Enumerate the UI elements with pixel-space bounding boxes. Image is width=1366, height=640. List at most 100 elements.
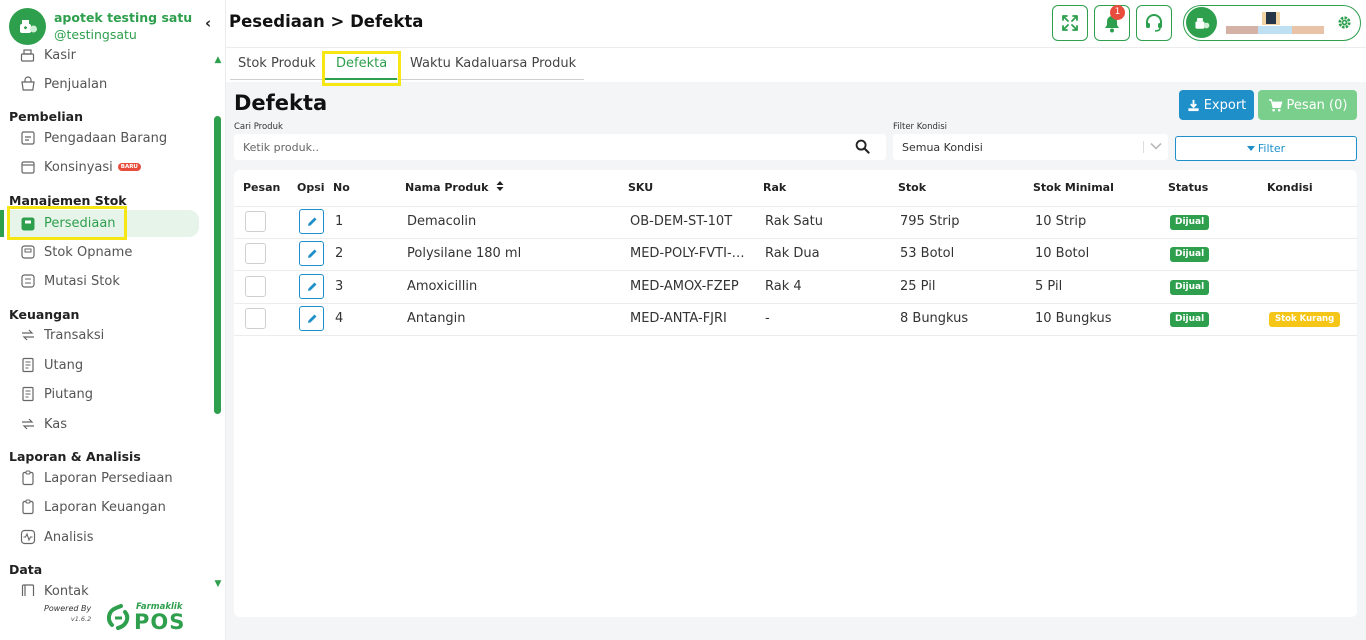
caret-down-icon xyxy=(1246,145,1255,151)
status-badge: Dijual xyxy=(1170,215,1210,230)
cart-icon xyxy=(1268,98,1282,111)
search-field xyxy=(234,134,886,160)
sidebar-nav: Kasir Penjualan Pembelian Pengadaan Bara… xyxy=(0,48,212,596)
tab-bar: Stok Produk Defekta Waktu Kadaluarsa Pro… xyxy=(226,48,1366,82)
sidebar-item-label: Analisis xyxy=(44,529,94,545)
fullscreen-button[interactable] xyxy=(1052,5,1088,41)
sidebar-item-penjualan[interactable]: Penjualan xyxy=(19,72,107,96)
tab-waktu-kadaluarsa[interactable]: Waktu Kadaluarsa Produk xyxy=(410,56,576,71)
kondisi-badge: Stok Kurang xyxy=(1269,312,1341,327)
status-badge: Dijual xyxy=(1170,247,1210,262)
product-stock: 8 Bungkus xyxy=(900,311,969,326)
column-header-nama-produk[interactable]: Nama Produk xyxy=(405,181,504,194)
tab-defekta[interactable]: Defekta xyxy=(336,56,387,71)
selected-kondisi: Semua Kondisi xyxy=(902,140,983,154)
download-icon xyxy=(1188,99,1199,111)
order-checkbox[interactable] xyxy=(245,308,266,329)
sidebar-item-transaksi[interactable]: Transaksi xyxy=(19,323,104,347)
sidebar-item-label: Stok Opname xyxy=(44,244,133,260)
column-header-rak: Rak xyxy=(763,181,787,194)
transfer-icon xyxy=(19,416,36,433)
support-button[interactable] xyxy=(1136,5,1172,41)
sidebar-item-stok-opname[interactable]: Stok Opname xyxy=(19,240,132,264)
sidebar-item-label: Kontak xyxy=(44,583,89,597)
tab-stok-produk[interactable]: Stok Produk xyxy=(238,56,316,71)
product-name: Amoxicillin xyxy=(407,279,478,294)
product-sku: MED-AMOX-FZEP xyxy=(630,279,739,294)
order-checkbox[interactable] xyxy=(245,276,266,297)
sidebar-item-persediaan[interactable]: Persediaan xyxy=(9,210,199,237)
sidebar-item-kontak[interactable]: Kontak xyxy=(19,579,89,596)
brand-name: apotek testing satu xyxy=(54,10,193,25)
kondisi-select[interactable]: Semua Kondisi xyxy=(893,134,1168,160)
export-button[interactable]: Export xyxy=(1179,90,1254,120)
sidebar-item-pengadaan-barang[interactable]: Pengadaan Barang xyxy=(19,126,167,150)
sidebar-scrollbar[interactable] xyxy=(214,116,221,414)
filter-button[interactable]: Filter xyxy=(1175,136,1357,161)
expand-icon xyxy=(1062,15,1078,31)
active-indicator xyxy=(0,210,4,237)
sidebar-item-label: Laporan Keuangan xyxy=(44,499,166,515)
sidebar-item-kasir[interactable]: Kasir xyxy=(19,48,76,67)
active-tab-indicator xyxy=(325,78,397,80)
headset-icon xyxy=(1146,14,1162,32)
product-stock: 53 Botol xyxy=(900,246,955,261)
sidebar-item-laporan-persediaan[interactable]: Laporan Persediaan xyxy=(19,466,173,490)
section-manajemen-stok: Manajemen Stok xyxy=(9,193,127,208)
sidebar-item-kas[interactable]: Kas xyxy=(19,412,67,436)
row-number: 4 xyxy=(335,311,344,326)
contact-icon xyxy=(19,583,36,596)
pharmacy-logo-icon xyxy=(9,7,46,45)
sidebar-item-label: Mutasi Stok xyxy=(44,273,120,289)
sort-icon xyxy=(496,181,504,191)
row-number: 3 xyxy=(335,279,344,294)
transfer-icon xyxy=(19,327,36,344)
pencil-icon xyxy=(307,282,316,291)
sidebar-item-piutang[interactable]: Piutang xyxy=(19,382,93,406)
sidebar-item-konsinyasi[interactable]: Konsinyasi BARU xyxy=(19,155,141,179)
row-number: 2 xyxy=(335,246,344,261)
sidebar-item-mutasi-stok[interactable]: Mutasi Stok xyxy=(19,269,120,293)
edit-button[interactable] xyxy=(299,241,324,266)
sidebar-item-label: Piutang xyxy=(44,386,93,402)
product-rak: Rak 4 xyxy=(765,279,802,294)
section-data: Data xyxy=(9,562,43,577)
search-icon[interactable] xyxy=(855,139,870,154)
status-badge: Dijual xyxy=(1170,312,1210,327)
product-min-stock: 10 Botol xyxy=(1035,246,1090,261)
clipboard-icon xyxy=(19,470,36,487)
scroll-up-arrow-icon[interactable]: ▲ xyxy=(212,55,224,67)
edit-button[interactable] xyxy=(299,209,324,234)
pencil-icon xyxy=(307,314,316,323)
farmaklik-logo: Farmaklik POS xyxy=(106,602,184,634)
product-name: Antangin xyxy=(407,311,466,326)
column-header-kondisi: Kondisi xyxy=(1267,181,1313,194)
edit-button[interactable] xyxy=(299,274,324,299)
filter-kondisi-label: Filter Kondisi xyxy=(893,122,948,132)
scroll-down-arrow-icon[interactable]: ▼ xyxy=(212,579,224,591)
notification-count-badge: 1 xyxy=(1110,5,1125,20)
sidebar-item-analisis[interactable]: Analisis xyxy=(19,525,93,549)
redacted-name xyxy=(1226,26,1258,34)
brand-handle: @testingsatu xyxy=(54,27,137,42)
order-button[interactable]: Pesan (0) xyxy=(1258,90,1357,120)
product-sku: MED-ANTA-FJRI xyxy=(630,311,727,326)
search-input[interactable] xyxy=(234,134,844,160)
notification-button[interactable]: 1 xyxy=(1094,5,1130,41)
clipboard-icon xyxy=(19,499,36,516)
collapse-sidebar-button[interactable]: ‹ xyxy=(205,14,211,32)
order-checkbox[interactable] xyxy=(245,211,266,232)
column-header-no: No xyxy=(333,181,350,194)
sidebar-item-label: Pengadaan Barang xyxy=(44,130,168,146)
column-header-pesan: Pesan xyxy=(243,181,281,194)
powered-by: Powered By v1.6.2 xyxy=(44,604,92,623)
order-checkbox[interactable] xyxy=(245,243,266,264)
edit-button[interactable] xyxy=(299,306,324,331)
sidebar-item-utang[interactable]: Utang xyxy=(19,353,83,377)
sidebar-item-laporan-keuangan[interactable]: Laporan Keuangan xyxy=(19,495,166,519)
product-min-stock: 5 Pil xyxy=(1035,279,1063,294)
document-icon xyxy=(19,386,36,403)
search-label: Cari Produk xyxy=(234,122,283,132)
product-stock: 25 Pil xyxy=(900,279,936,294)
profile-menu[interactable] xyxy=(1183,5,1361,41)
